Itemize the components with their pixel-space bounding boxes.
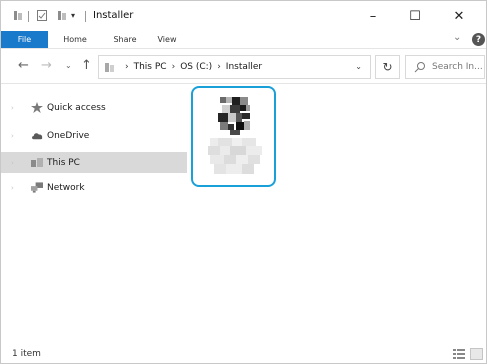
title-bar: ▾ Installer – ☐ ✕: [1, 1, 486, 31]
file-name-label: [208, 138, 262, 174]
window-title: Installer: [93, 10, 134, 21]
tab-share[interactable]: Share: [105, 31, 145, 48]
details-view-icon[interactable]: [453, 349, 465, 359]
folder-icon: [14, 11, 22, 20]
file-item[interactable]: [191, 86, 276, 187]
back-button[interactable]: ←: [18, 58, 29, 73]
star-icon: [31, 102, 43, 113]
sidebar-item-quick-access[interactable]: › Quick access: [1, 97, 187, 118]
expand-icon[interactable]: ›: [11, 184, 14, 192]
sidebar-item-this-pc[interactable]: › This PC: [1, 152, 187, 173]
installer-qr-icon: [218, 97, 250, 135]
address-dropdown-icon[interactable]: ⌄: [355, 62, 362, 71]
sidebar-item-label: Network: [47, 182, 85, 193]
expand-icon[interactable]: ›: [11, 132, 14, 140]
expand-ribbon-icon[interactable]: ⌄: [453, 32, 461, 43]
new-folder-icon[interactable]: [57, 10, 67, 21]
expand-icon[interactable]: ›: [11, 104, 14, 112]
search-input[interactable]: Search In...: [432, 62, 483, 72]
breadcrumb-separator: ›: [171, 62, 176, 72]
refresh-button[interactable]: ↻: [375, 55, 400, 79]
navigation-pane: › Quick access › OneDrive › This PC › Ne…: [1, 85, 189, 339]
titlebar-separator: [28, 11, 29, 22]
breadcrumb-os-c[interactable]: OS (C:): [180, 62, 212, 72]
file-list: [189, 85, 486, 339]
tab-home[interactable]: Home: [53, 31, 97, 48]
network-icon: [31, 182, 43, 193]
item-count: 1 item: [12, 349, 41, 359]
up-button[interactable]: ↑: [81, 58, 92, 73]
titlebar-separator: [85, 11, 86, 22]
search-box[interactable]: Search In...: [405, 55, 485, 79]
tab-view[interactable]: View: [149, 31, 185, 48]
close-button[interactable]: ✕: [438, 1, 480, 31]
forward-button[interactable]: →: [41, 58, 52, 73]
sidebar-item-network[interactable]: › Network: [1, 177, 187, 198]
recent-locations-button[interactable]: ⌄: [65, 61, 72, 70]
file-explorer-window: ▾ Installer – ☐ ✕ File Home Share View ⌄…: [0, 0, 487, 364]
cloud-icon: [31, 130, 43, 141]
search-icon: [414, 62, 425, 73]
expand-icon[interactable]: ›: [11, 159, 14, 167]
breadcrumb-separator: ›: [125, 62, 129, 72]
breadcrumb-separator: ›: [217, 62, 221, 72]
minimize-button[interactable]: –: [352, 1, 394, 31]
computer-icon: [105, 62, 114, 72]
sidebar-item-onedrive[interactable]: › OneDrive: [1, 125, 187, 146]
address-bar[interactable]: › This PC › OS (C:) › Installer ⌄: [98, 55, 371, 79]
large-icons-view-icon[interactable]: [470, 348, 483, 360]
navigation-bar: ← → ⌄ ↑ › This PC › OS (C:) › Installer …: [1, 48, 486, 84]
breadcrumb-this-pc[interactable]: This PC: [134, 62, 167, 72]
breadcrumb-installer[interactable]: Installer: [226, 62, 262, 72]
help-icon[interactable]: ?: [472, 33, 485, 46]
tab-file[interactable]: File: [1, 31, 48, 48]
maximize-button[interactable]: ☐: [394, 1, 436, 31]
sidebar-item-label: This PC: [47, 157, 80, 168]
properties-icon[interactable]: [37, 10, 47, 21]
computer-icon: [31, 157, 43, 168]
ribbon-tabs: File Home Share View ⌄ ?: [1, 31, 486, 48]
sidebar-item-label: OneDrive: [47, 130, 90, 141]
sidebar-item-label: Quick access: [47, 102, 106, 113]
status-bar: 1 item: [1, 339, 486, 363]
customize-toolbar-dropdown[interactable]: ▾: [71, 11, 75, 20]
